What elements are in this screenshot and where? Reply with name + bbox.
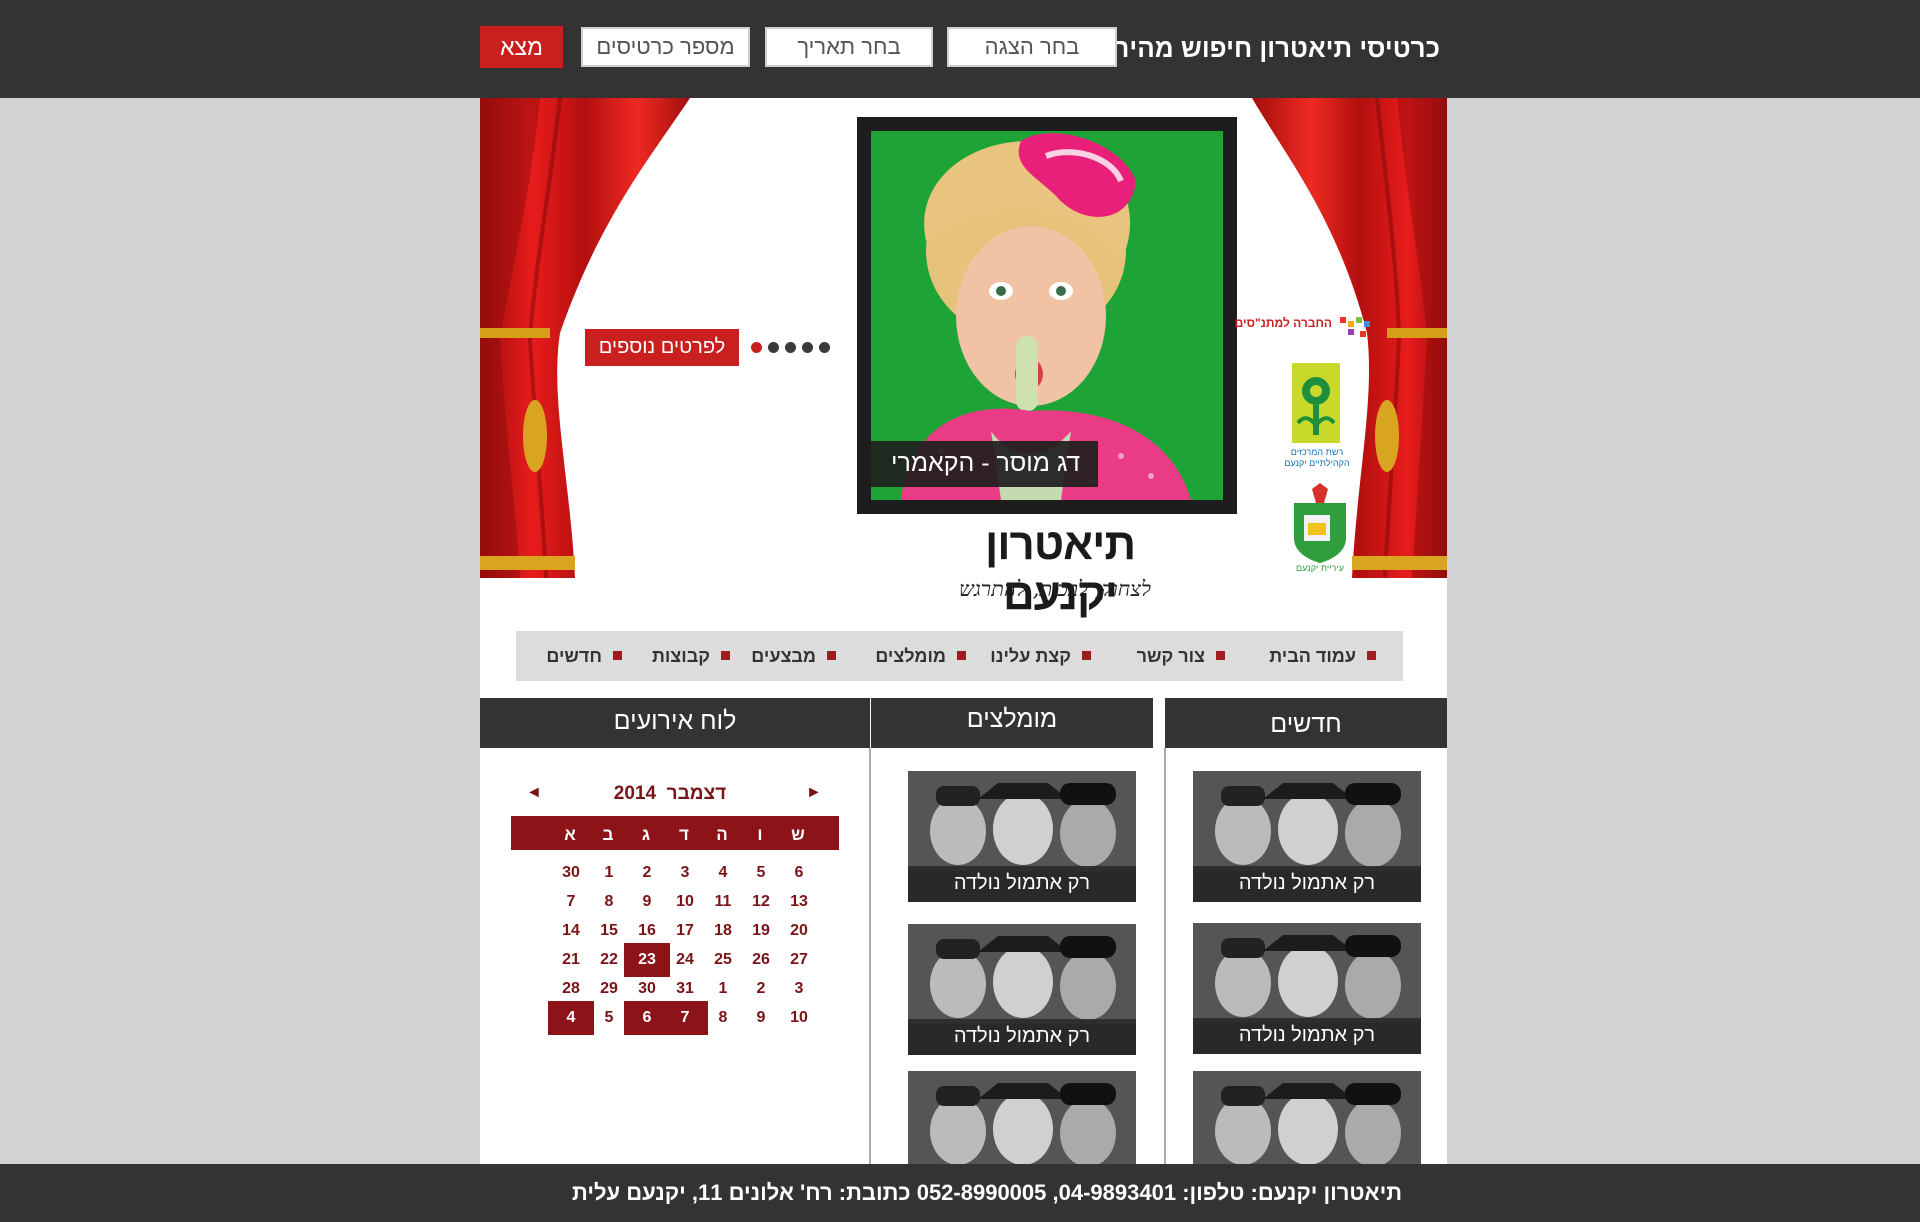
main-content: דג מוסר - הקאמרי לפרטים נוספים תיאטרון י… [480,98,1447,1164]
calendar-weekday-name: ג [641,825,651,844]
slideshow-dots [751,342,830,353]
main-nav: עמוד הבית צור קשר קצת עלינו מומלצים מבצע… [516,631,1403,681]
show-title: רק אתמול נולדה [1193,1018,1421,1054]
calendar-weekday-name: ב [602,825,614,844]
date-select[interactable]: בחר תאריך [765,27,933,67]
recommended-show-card[interactable]: רק אתמול נולדה [908,771,1136,902]
slide-dot[interactable] [802,342,813,353]
hero-slideshow[interactable]: דג מוסר - הקאמרי [857,117,1237,514]
show-title: רק אתמול נולדה [908,866,1136,902]
calendar-weekday-name: ה [716,825,728,844]
calendar-weekday-row: שוהדגבא [511,816,839,850]
nav-item-deals[interactable]: מבצעים [751,646,816,667]
show-select[interactable]: בחר הצגה [947,27,1117,67]
nav-item-new[interactable]: חדשים [546,646,602,667]
hero-caption: דג מוסר - הקאמרי [871,441,1099,487]
calendar-weekday-name: ד [679,825,689,844]
nav-bullet-icon [827,651,836,660]
matnasim-logo: החברה למתנ"סים [1235,313,1378,358]
hero-image: דג מוסר - הקאמרי [871,131,1223,500]
footer: תיאטרון יקנעם: טלפון: 04-9893401, 052-89… [0,1164,1920,1222]
yokneam-municipality-logo: עיריית יקנעם [1290,483,1360,573]
new-show-card[interactable] [1193,1071,1421,1164]
more-details-button[interactable]: לפרטים נוספים [585,329,739,366]
yokneam-municipality-logo-text: עיריית יקנעם [1296,563,1344,573]
calendar-next-month-icon[interactable]: ► [806,784,822,802]
show-title: רק אתמול נולדה [908,1019,1136,1055]
column-divider [1164,748,1166,1164]
nav-item-recommended[interactable]: מומלצים [875,646,946,667]
calendar-weekday-name: ש [791,825,805,844]
calendar-column-header: לוח אירועים [480,698,870,748]
new-show-card[interactable]: רק אתמול נולדה [1193,771,1421,902]
show-thumbnail-image [908,1071,1136,1164]
nav-bullet-icon [613,651,622,660]
nav-bullet-icon [1082,651,1091,660]
nav-bullet-icon [1216,651,1225,660]
calendar-prev-month-icon[interactable]: ◄ [526,784,542,802]
column-divider [869,748,871,1164]
recommended-column-header: מומלצים [871,698,1153,748]
show-title: רק אתמול נולדה [1193,866,1421,902]
calendar-month-name: דצמבר [666,783,727,804]
nav-item-home[interactable]: עמוד הבית [1269,646,1356,667]
calendar-year: 2014 [613,783,657,804]
recommended-show-card[interactable] [908,1071,1136,1164]
slide-dot[interactable] [768,342,779,353]
new-show-card[interactable]: רק אתמול נולדה [1193,923,1421,1054]
nav-bullet-icon [957,651,966,660]
nav-item-contact[interactable]: צור קשר [1137,646,1205,667]
matnasim-logo-text: החברה למתנ"סים [1234,316,1332,330]
slide-dot[interactable] [819,342,830,353]
calendar-weekday-name: א [564,825,576,844]
theatre-logo-tagline: לצחוק, לבכות, להתרגש [958,577,1151,601]
find-button[interactable]: מצא [480,26,563,68]
calendar-weekday-name: ו [757,825,763,844]
quick-search-title: כרטיסי תיאטרון חיפוש מהיר: [1105,33,1440,63]
recommended-show-card[interactable]: רק אתמול נולדה [908,924,1136,1055]
new-column-header: חדשים [1165,698,1447,748]
community-centers-logo: רשת המרכזים הקהילתיים יקנעם [1278,363,1356,483]
quick-search-bar: כרטיסי תיאטרון חיפוש מהיר: בחר הצגה בחר … [0,0,1920,98]
nav-bullet-icon [721,651,730,660]
show-thumbnail-image [1193,1071,1421,1164]
tickets-count-select[interactable]: מספר כרטיסים [581,27,750,67]
nav-item-groups[interactable]: קבוצות [652,646,710,667]
footer-contact-text: תיאטרון יקנעם: טלפון: 04-9893401, 052-89… [571,1180,1402,1205]
slide-dot[interactable] [785,342,796,353]
calendar-day[interactable]: 4 [548,1001,594,1035]
slide-dot[interactable] [751,342,762,353]
calendar-month-label: דצמבר 2014 [585,783,755,805]
nav-bullet-icon [1367,651,1376,660]
theatre-logo-title: תיאטרון יקנעם [984,520,1136,619]
nav-item-about[interactable]: קצת עלינו [990,646,1071,667]
community-centers-logo-text: רשת המרכזים הקהילתיים יקנעם [1284,447,1350,468]
